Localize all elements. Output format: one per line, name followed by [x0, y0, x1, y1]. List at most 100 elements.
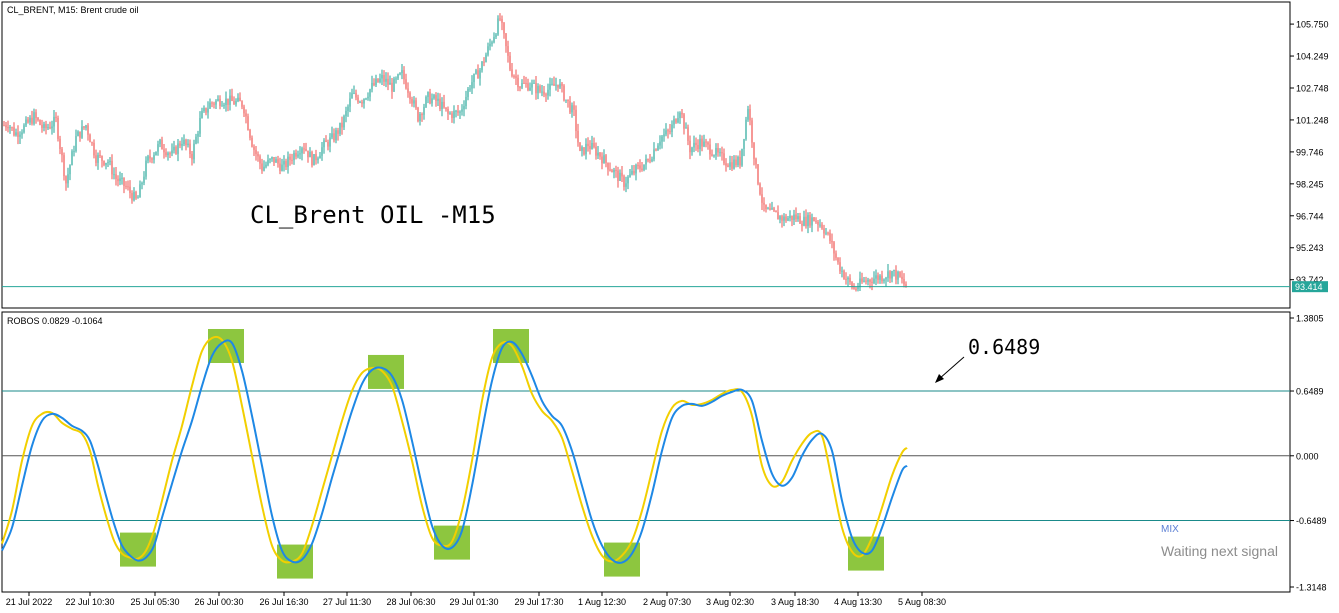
candle — [235, 98, 237, 107]
time-axis[interactable]: 21 Jul 2022 22 Jul 10:30 25 Jul 05:30 26 Ju… — [6, 592, 946, 607]
candle — [261, 158, 263, 174]
indicator-pane[interactable]: ROBOS 0.0829 -0.1064 0.6489 MIX Waiting … — [1, 311, 1291, 593]
candle — [357, 94, 359, 104]
candle — [147, 154, 149, 164]
candle — [209, 98, 211, 109]
indicator-pane-border — [1, 311, 1291, 593]
candle — [157, 140, 159, 156]
time-tick-label: 22 Jul 10:30 — [65, 597, 114, 607]
candle — [819, 219, 821, 228]
candle — [459, 110, 461, 119]
candle — [875, 269, 877, 286]
candle — [349, 92, 351, 113]
candle — [207, 101, 209, 119]
candle — [549, 77, 551, 97]
candle — [565, 99, 567, 103]
candle — [793, 209, 795, 225]
candle — [359, 100, 361, 104]
candle — [677, 111, 679, 124]
candle — [233, 96, 235, 105]
candle — [815, 217, 817, 224]
candle — [809, 211, 811, 228]
candle — [225, 91, 227, 112]
candle — [179, 140, 181, 149]
candle — [499, 13, 501, 22]
candle — [57, 115, 59, 142]
candle — [363, 98, 365, 109]
candle — [53, 109, 55, 133]
time-tick-label: 26 Jul 16:30 — [259, 597, 308, 607]
candle — [883, 278, 885, 284]
candle — [685, 122, 687, 129]
candle — [797, 212, 799, 222]
current-price-tag-text: 93.414 — [1295, 282, 1323, 292]
candle — [373, 78, 375, 87]
candle — [859, 271, 861, 291]
candle — [71, 149, 73, 166]
candle — [825, 228, 827, 236]
candle — [475, 68, 477, 75]
candle — [587, 137, 589, 152]
candle — [27, 117, 29, 124]
time-tick-label: 3 Aug 02:30 — [706, 597, 754, 607]
candle — [105, 162, 107, 170]
candle — [885, 276, 887, 287]
candle — [811, 213, 813, 233]
candle — [789, 210, 791, 222]
candle — [471, 75, 473, 95]
candle — [525, 76, 527, 88]
candle — [637, 162, 639, 170]
candle — [801, 220, 803, 232]
value-tick-label: -0.6489 — [1296, 516, 1327, 526]
candle — [617, 166, 619, 188]
candle — [41, 119, 43, 133]
candle — [391, 78, 393, 99]
candle — [21, 129, 23, 139]
candle — [495, 32, 497, 39]
candle — [447, 106, 449, 121]
candle — [39, 119, 41, 126]
candle — [361, 99, 363, 108]
candle — [641, 161, 643, 172]
candle — [579, 142, 581, 152]
candle — [497, 15, 499, 36]
candle — [575, 105, 577, 139]
signal-status: Waiting next signal — [1161, 543, 1278, 559]
candle — [139, 180, 141, 198]
candle — [287, 151, 289, 174]
candle — [781, 214, 783, 228]
candle — [477, 64, 479, 79]
price-pane[interactable]: CL_BRENT, M15: Brent crude oil CL_Brent … — [1, 1, 1291, 309]
time-tick-label: 2 Aug 07:30 — [643, 597, 691, 607]
candle — [561, 81, 563, 93]
price-axis[interactable]: 105.750 104.249 102.748 101.248 99.746 98.245… — [1290, 20, 1329, 286]
candle — [173, 140, 175, 154]
price-tick-label: 98.245 — [1296, 179, 1324, 189]
candle — [487, 42, 489, 57]
time-tick-label: 29 Jul 17:30 — [514, 597, 563, 607]
candle — [753, 142, 755, 166]
candle — [707, 141, 709, 150]
candle — [467, 86, 469, 101]
candle — [61, 146, 63, 163]
candle — [663, 128, 665, 142]
candle — [191, 151, 193, 166]
candle — [413, 96, 415, 108]
candle — [393, 76, 395, 93]
candle — [735, 155, 737, 168]
candle — [557, 84, 559, 92]
candle — [249, 128, 251, 141]
time-tick-label: 28 Jul 06:30 — [386, 597, 435, 607]
candle — [295, 149, 297, 160]
candle — [163, 143, 165, 159]
candle — [339, 122, 341, 137]
candle — [581, 145, 583, 157]
candle — [415, 97, 417, 110]
candle — [331, 126, 333, 140]
candle — [19, 131, 21, 144]
candle — [485, 52, 487, 63]
indicator-value-axis[interactable]: 1.3805 0.6489 0.000 -0.6489 -1.3148 — [1290, 314, 1327, 593]
candle — [65, 175, 67, 191]
candle — [403, 66, 405, 85]
candle — [145, 156, 147, 180]
